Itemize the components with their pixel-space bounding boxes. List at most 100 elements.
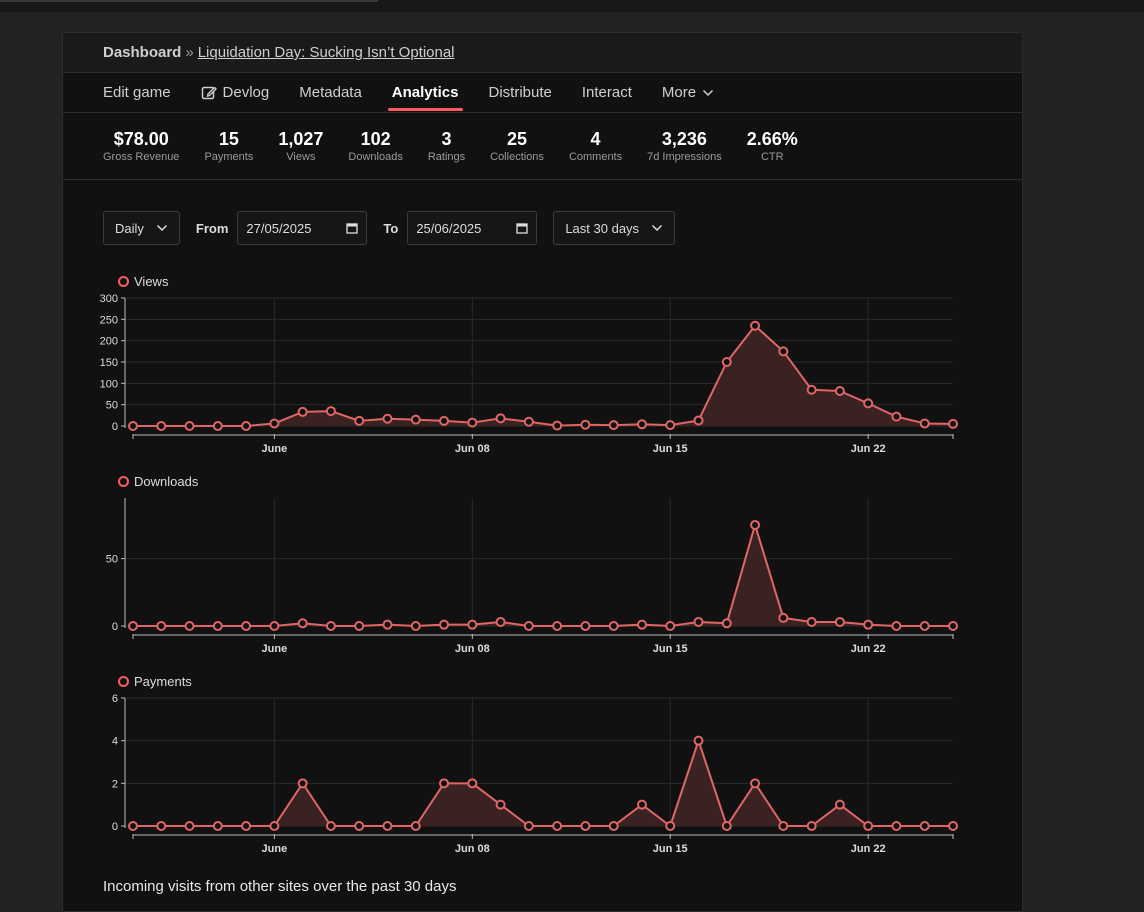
- data-point: [834, 799, 845, 810]
- stat-ctr[interactable]: 2.66% CTR: [747, 113, 798, 179]
- y-tick-label: 0: [112, 421, 118, 433]
- x-tick-label: Jun 15: [653, 443, 688, 455]
- data-point: [297, 406, 308, 417]
- stat-gross-revenue[interactable]: $78.00 Gross Revenue: [103, 113, 179, 179]
- y-tick-label: 6: [112, 693, 118, 705]
- to-date-input[interactable]: 25/06/2025: [407, 211, 538, 245]
- data-point: [636, 419, 647, 430]
- data-point: [806, 384, 817, 395]
- data-point: [212, 421, 223, 431]
- interval-select[interactable]: Daily: [103, 211, 180, 245]
- tab-label: Interact: [581, 84, 632, 101]
- data-point: [495, 616, 506, 627]
- stat-value: 1,027: [278, 129, 324, 149]
- data-point: [608, 821, 619, 831]
- stat-downloads[interactable]: 102 Downloads: [348, 113, 402, 179]
- data-point: [325, 621, 336, 631]
- data-point: [750, 320, 761, 331]
- tab-edit-game[interactable]: Edit game: [103, 73, 171, 112]
- stat-value: 25: [507, 129, 528, 149]
- stat-label: CTR: [760, 151, 784, 163]
- range-select[interactable]: Last 30 days: [553, 211, 676, 245]
- tab-interact[interactable]: Interact: [582, 73, 632, 112]
- edit-icon: [201, 86, 217, 99]
- tab-metadata[interactable]: Metadata: [299, 73, 362, 112]
- data-point: [834, 386, 845, 397]
- y-tick-label: 0: [112, 621, 118, 633]
- tab-analytics[interactable]: Analytics: [387, 73, 463, 112]
- data-point: [834, 616, 845, 627]
- tab-more[interactable]: More: [662, 73, 720, 112]
- tab-label: Analytics: [391, 84, 459, 101]
- downloads-chart: 0 50 June Jun 08 Jun 15 Jun 22: [106, 498, 958, 655]
- calendar-icon[interactable]: [516, 222, 528, 234]
- breadcrumb-dashboard[interactable]: Dashboard: [103, 44, 181, 61]
- data-point: [665, 621, 676, 631]
- data-point: [156, 421, 167, 431]
- chevron-down-icon: [156, 224, 167, 232]
- data-point: [467, 778, 478, 789]
- y-tick-label: 200: [100, 336, 118, 348]
- data-point: [410, 414, 421, 425]
- range-value: Last 30 days: [565, 220, 640, 236]
- stat-label: Downloads: [348, 151, 403, 163]
- stat-payments[interactable]: 15 Payments: [204, 113, 253, 179]
- analytics-panel: Dashboard » Liquidation Day: Sucking Isn…: [62, 32, 1023, 912]
- stat-impressions[interactable]: 3,236 7d Impressions: [647, 113, 722, 179]
- stat-label: Views: [286, 151, 316, 163]
- data-point: [552, 821, 563, 831]
- tab-label: Edit game: [103, 84, 171, 101]
- data-point: [297, 618, 308, 629]
- x-tick-label: Jun 22: [851, 843, 886, 855]
- data-point: [891, 821, 902, 831]
- y-tick-label: 4: [112, 736, 118, 748]
- data-point: [806, 616, 817, 627]
- data-point: [750, 519, 761, 530]
- data-point: [439, 619, 450, 630]
- data-point: [891, 621, 902, 631]
- to-date-value: 25/06/2025: [416, 220, 482, 236]
- tab-devlog[interactable]: Devlog: [201, 73, 269, 112]
- data-point: [269, 821, 280, 831]
- data-point: [608, 621, 619, 631]
- stat-label: 7d Impressions: [647, 151, 722, 163]
- data-point: [721, 357, 732, 367]
- data-point: [636, 799, 647, 810]
- data-point: [382, 413, 393, 424]
- data-point: [948, 418, 958, 429]
- stat-label: Ratings: [427, 151, 466, 163]
- y-tick-label: 250: [100, 314, 118, 326]
- data-point: [439, 415, 450, 426]
- tab-distribute[interactable]: Distribute: [489, 73, 552, 112]
- x-tick-label: Jun 08: [455, 843, 490, 855]
- data-point: [325, 406, 336, 417]
- x-tick-label: June: [262, 443, 288, 455]
- data-point: [410, 621, 421, 631]
- interval-value: Daily: [115, 220, 144, 236]
- stat-views[interactable]: 1,027 Views: [278, 113, 323, 179]
- stat-value: 3: [441, 129, 452, 149]
- stat-collections[interactable]: 25 Collections: [490, 113, 544, 179]
- calendar-icon[interactable]: [346, 222, 359, 234]
- data-point: [778, 821, 789, 831]
- data-point: [523, 621, 534, 631]
- y-tick-label: 50: [106, 554, 118, 566]
- data-point: [580, 621, 591, 631]
- from-date-input[interactable]: 27/05/2025: [237, 211, 368, 245]
- breadcrumb-game-link[interactable]: Liquidation Day: Sucking Isn’t Optional: [198, 44, 455, 61]
- tab-label: More: [661, 84, 697, 101]
- data-point: [948, 821, 958, 831]
- stat-ratings[interactable]: 3 Ratings: [428, 113, 465, 179]
- data-point: [467, 417, 478, 428]
- data-point: [184, 421, 195, 431]
- referrers-heading: Incoming visits from other sites over th…: [103, 878, 457, 895]
- stat-comments[interactable]: 4 Comments: [569, 113, 622, 179]
- data-point: [721, 821, 732, 831]
- breadcrumb-separator: »: [185, 44, 194, 61]
- data-point: [269, 621, 280, 631]
- data-point: [919, 418, 930, 429]
- data-point: [806, 821, 817, 831]
- data-point: [495, 413, 506, 424]
- x-tick-label: Jun 15: [653, 643, 688, 655]
- y-tick-label: 150: [100, 357, 118, 369]
